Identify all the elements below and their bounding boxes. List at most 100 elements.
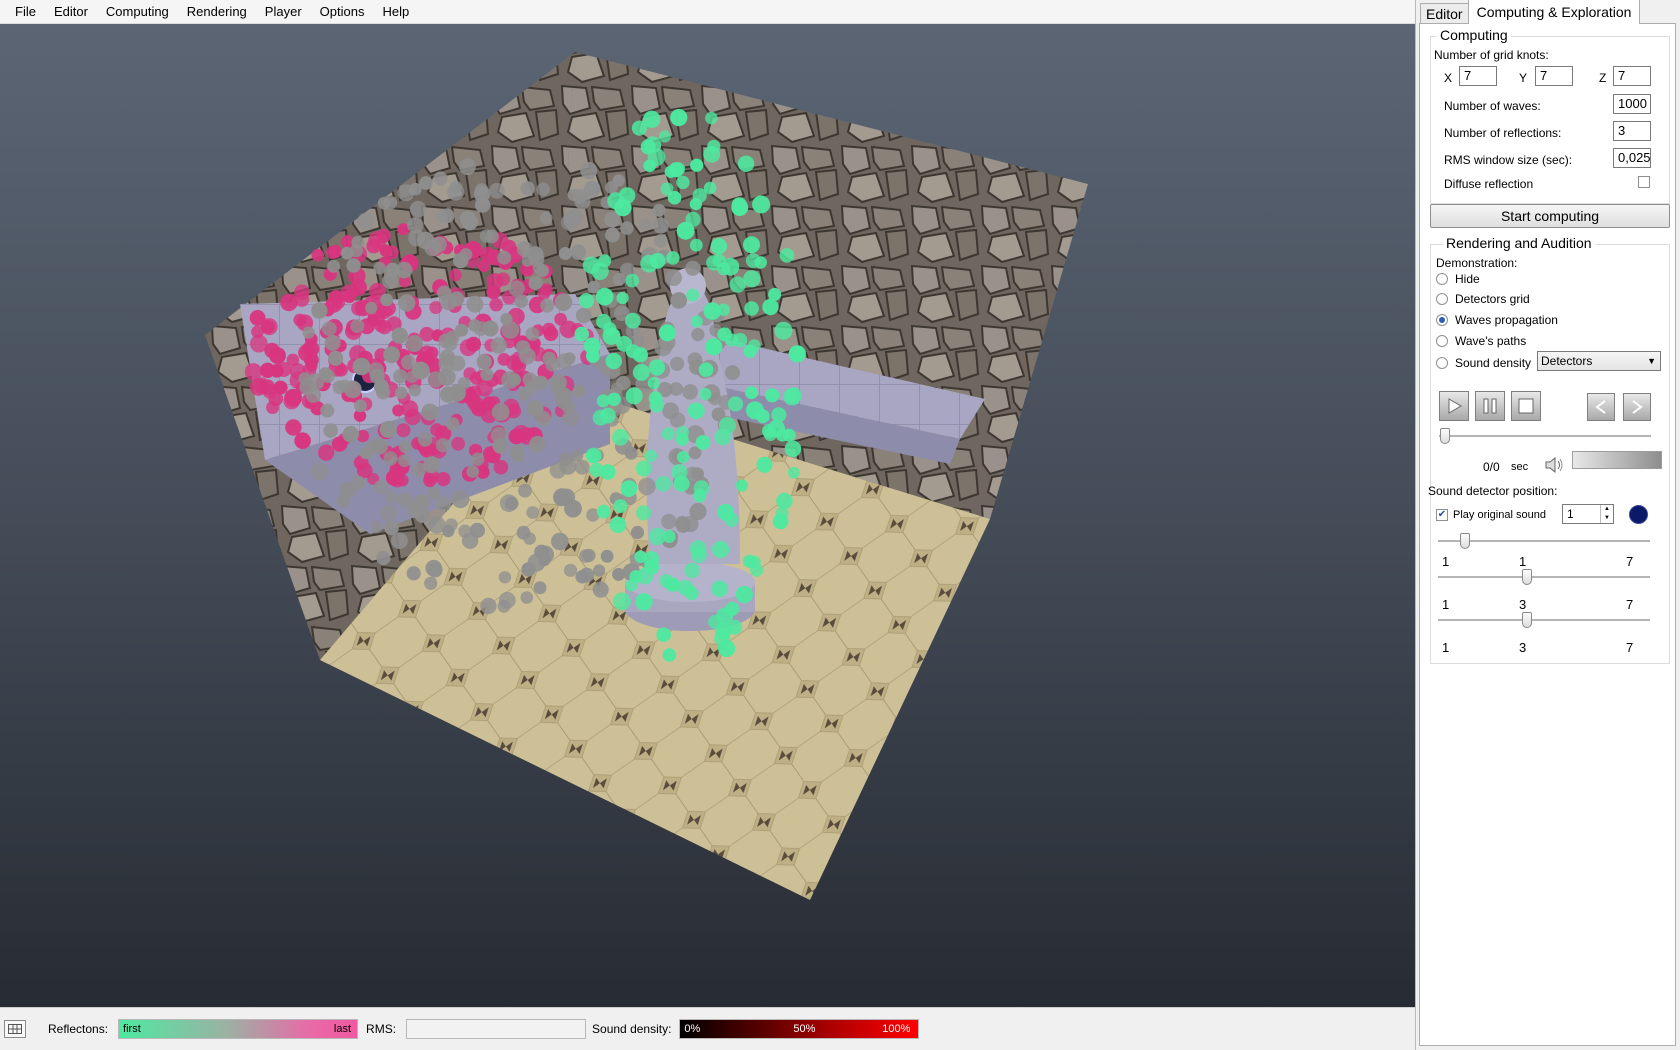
- wave-particle: [613, 592, 631, 611]
- wave-particle: [768, 287, 782, 301]
- grid-z-input[interactable]: 7: [1613, 66, 1651, 86]
- wave-particle: [371, 437, 388, 455]
- menu-help[interactable]: Help: [373, 0, 418, 24]
- pause-icon: [1483, 398, 1497, 414]
- wave-particle: [630, 525, 645, 540]
- wave-particle: [436, 472, 451, 487]
- wave-particle: [435, 438, 451, 453]
- menu-options[interactable]: Options: [311, 0, 374, 24]
- wave-particle: [498, 571, 512, 584]
- start-computing-button[interactable]: Start computing: [1430, 204, 1670, 228]
- wave-particle: [437, 368, 456, 386]
- wave-particle: [589, 462, 604, 478]
- wave-particle: [427, 487, 440, 500]
- menu-player[interactable]: Player: [256, 0, 311, 24]
- detector-y-slider-thumb[interactable]: [1522, 569, 1532, 585]
- spinner-up-icon[interactable]: ▲: [1600, 505, 1613, 514]
- density-source-select[interactable]: Detectors ▼: [1537, 351, 1661, 371]
- wave-particle: [398, 294, 416, 312]
- menu-computing[interactable]: Computing: [97, 0, 178, 24]
- rms-window-label: RMS window size (sec):: [1444, 153, 1573, 167]
- scene-viewport[interactable]: [0, 24, 1415, 1007]
- wave-particle: [595, 287, 614, 306]
- wave-particle: [515, 340, 531, 355]
- radio-hide[interactable]: [1436, 273, 1448, 285]
- wave-particle: [478, 259, 491, 273]
- wave-particle: [285, 419, 302, 436]
- wave-particle: [261, 319, 275, 334]
- grid-y-input[interactable]: 7: [1535, 66, 1573, 86]
- play-button[interactable]: [1439, 391, 1469, 421]
- wave-particle: [731, 199, 749, 216]
- stop-button[interactable]: [1511, 391, 1541, 421]
- wave-particle: [718, 639, 736, 658]
- wave-particle: [706, 255, 722, 271]
- wave-particle: [534, 375, 548, 390]
- wave-particle: [449, 291, 465, 307]
- wave-particle: [725, 333, 739, 347]
- reflections-first-label: first: [123, 1023, 141, 1035]
- wave-particle: [393, 369, 408, 384]
- diffuse-reflection-checkbox[interactable]: [1638, 176, 1650, 188]
- wave-particle: [266, 401, 280, 414]
- wave-particle: [687, 402, 705, 420]
- wave-particle: [367, 314, 380, 327]
- wave-particle: [377, 196, 391, 210]
- detector-index-spinner[interactable]: 1 ▲ ▼: [1562, 504, 1614, 524]
- wave-particle: [652, 217, 669, 234]
- status-bar: Reflectons: first last RMS: Sound densit…: [0, 1007, 1415, 1050]
- speaker-icon[interactable]: [1545, 457, 1565, 473]
- wave-particle: [553, 490, 570, 507]
- wave-particle: [693, 489, 707, 503]
- grid-toggle-button[interactable]: [4, 1020, 26, 1038]
- tab-computing-exploration[interactable]: Computing & Exploration: [1467, 0, 1641, 24]
- menu-file[interactable]: File: [6, 0, 45, 24]
- wave-particle: [718, 417, 736, 434]
- scene-render: [205, 52, 1088, 900]
- wave-particle: [703, 145, 721, 163]
- detector-position-label: Sound detector position:: [1428, 484, 1558, 498]
- wave-particle: [715, 622, 732, 640]
- wave-particle: [430, 423, 444, 437]
- radio-sound-density[interactable]: [1436, 357, 1448, 369]
- wave-particle: [435, 496, 452, 512]
- wave-particle: [489, 182, 505, 199]
- detector-color-swatch[interactable]: [1629, 505, 1648, 524]
- reflections-legend-bar: first last: [118, 1019, 359, 1039]
- play-original-checkbox[interactable]: ✔: [1436, 509, 1448, 521]
- next-button[interactable]: [1623, 393, 1651, 421]
- pause-button[interactable]: [1475, 391, 1505, 421]
- radio-detectors-grid[interactable]: [1436, 293, 1448, 305]
- wave-particle: [668, 162, 684, 178]
- wave-particle: [442, 524, 455, 538]
- volume-bar[interactable]: [1572, 451, 1662, 469]
- wave-particle: [727, 396, 744, 412]
- radio-waves-paths[interactable]: [1436, 335, 1448, 347]
- wave-particle: [413, 494, 430, 511]
- wave-particle: [384, 520, 399, 536]
- wave-particle: [466, 465, 480, 478]
- detector-z-slider-thumb[interactable]: [1522, 612, 1532, 628]
- grid-x-input[interactable]: 7: [1459, 66, 1497, 86]
- detector-x-slider-thumb[interactable]: [1460, 533, 1470, 549]
- spinner-down-icon[interactable]: ▼: [1600, 514, 1613, 523]
- radio-waves-propagation[interactable]: [1436, 314, 1448, 326]
- menu-rendering[interactable]: Rendering: [178, 0, 256, 24]
- wave-particle: [486, 273, 504, 290]
- rms-window-input[interactable]: 0,025: [1613, 148, 1651, 168]
- detector-x-min: 1: [1442, 554, 1450, 569]
- grid-z-label: Z: [1599, 71, 1607, 85]
- tab-editor[interactable]: Editor: [1420, 3, 1469, 24]
- waves-input[interactable]: 1000: [1613, 94, 1651, 114]
- wave-particle: [551, 532, 569, 551]
- wave-particle: [357, 212, 375, 230]
- playback-slider-thumb[interactable]: [1440, 428, 1450, 444]
- previous-button[interactable]: [1587, 393, 1615, 421]
- menu-editor[interactable]: Editor: [45, 0, 97, 24]
- wave-particle: [669, 412, 686, 428]
- wave-particle: [476, 354, 492, 370]
- wave-particle: [699, 387, 712, 401]
- wave-particle: [609, 516, 627, 534]
- reflections-input[interactable]: 3: [1613, 121, 1651, 141]
- reflections-legend-label: Reflectons:: [48, 1022, 109, 1036]
